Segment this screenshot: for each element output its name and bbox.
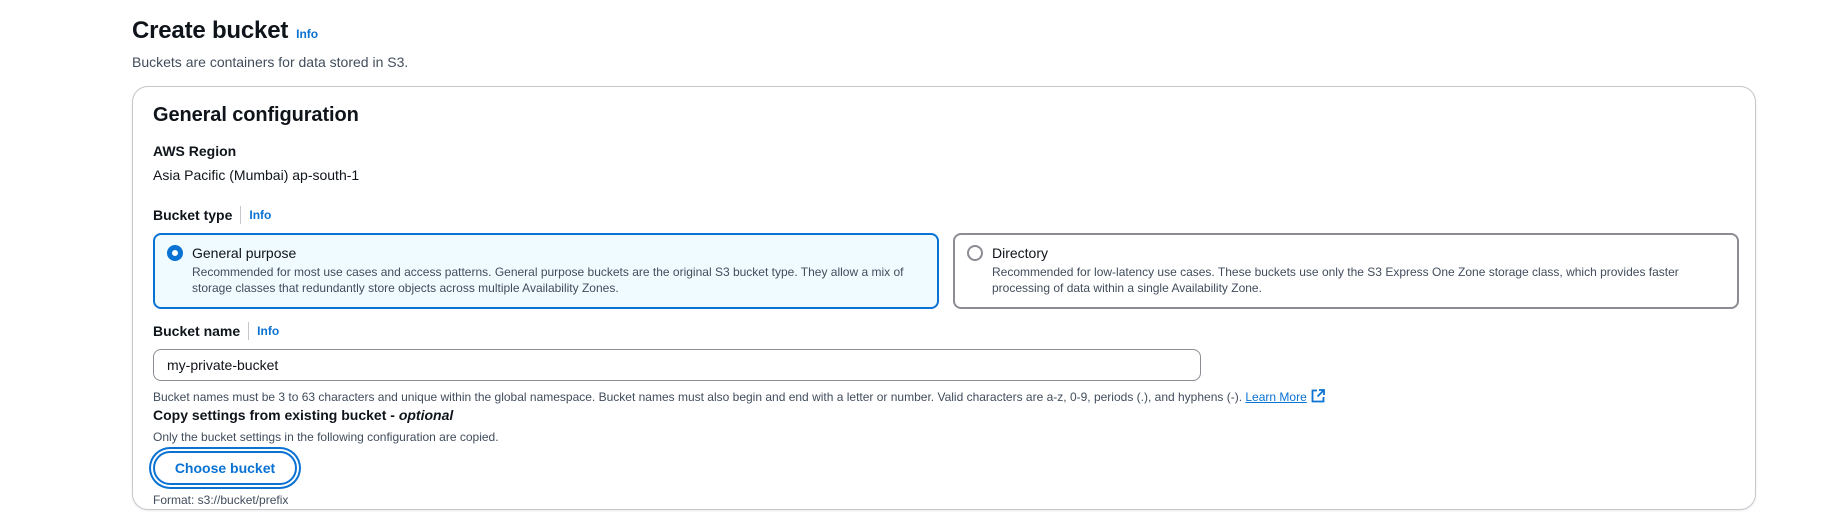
bucket-name-info-link[interactable]: Info: [257, 324, 279, 338]
region-label: AWS Region: [153, 143, 237, 159]
bucket-type-label-row: Bucket type Info: [153, 205, 271, 225]
constraint-text: Bucket names must be 3 to 63 characters …: [153, 390, 1243, 404]
optional-label: optional: [398, 407, 454, 423]
radio-general-purpose[interactable]: [167, 245, 183, 261]
page-description: Buckets are containers for data stored i…: [132, 54, 409, 70]
tile-general-purpose[interactable]: General purpose Recommended for most use…: [153, 233, 939, 309]
region-value: Asia Pacific (Mumbai) ap-south-1: [153, 167, 360, 183]
label-divider: [248, 322, 250, 340]
radio-directory[interactable]: [967, 245, 983, 261]
bucket-type-tiles: General purpose Recommended for most use…: [153, 233, 1739, 309]
label-divider: [240, 206, 242, 224]
learn-more-link[interactable]: Learn More: [1245, 390, 1306, 404]
format-hint: Format: s3://bucket/prefix: [153, 493, 289, 507]
bucket-type-label: Bucket type: [153, 207, 233, 223]
bucket-name-input[interactable]: [153, 349, 1201, 381]
panel-body: General configuration AWS Region Asia Pa…: [153, 101, 1739, 507]
external-link-icon[interactable]: [1311, 389, 1325, 407]
bucket-name-label: Bucket name: [153, 323, 241, 339]
page-title: Create bucket: [132, 17, 289, 44]
bucket-name-label-row: Bucket name Info: [153, 321, 279, 341]
copy-settings-label-text: Copy settings from existing bucket -: [153, 407, 399, 423]
choose-bucket-button[interactable]: Choose bucket: [153, 451, 297, 485]
section-title: General configuration: [153, 104, 359, 126]
tile-general-purpose-title: General purpose: [192, 245, 297, 261]
header-info-link[interactable]: Info: [296, 27, 318, 41]
copy-settings-description: Only the bucket settings in the followin…: [153, 430, 499, 444]
tile-directory-title: Directory: [992, 245, 1049, 261]
title-row: Create bucket Info: [132, 14, 408, 48]
tile-general-purpose-description: Recommended for most use cases and acces…: [192, 265, 904, 295]
copy-settings-label: Copy settings from existing bucket - opt…: [153, 405, 453, 425]
general-configuration-panel: General configuration AWS Region Asia Pa…: [132, 86, 1756, 510]
create-bucket-page: Create bucket Info Buckets are container…: [0, 0, 1823, 517]
tile-directory-description: Recommended for low-latency use cases. T…: [992, 265, 1679, 295]
page-header: Create bucket Info Buckets are container…: [132, 14, 408, 72]
tile-directory[interactable]: Directory Recommended for low-latency us…: [953, 233, 1739, 309]
bucket-type-info-link[interactable]: Info: [249, 208, 271, 222]
